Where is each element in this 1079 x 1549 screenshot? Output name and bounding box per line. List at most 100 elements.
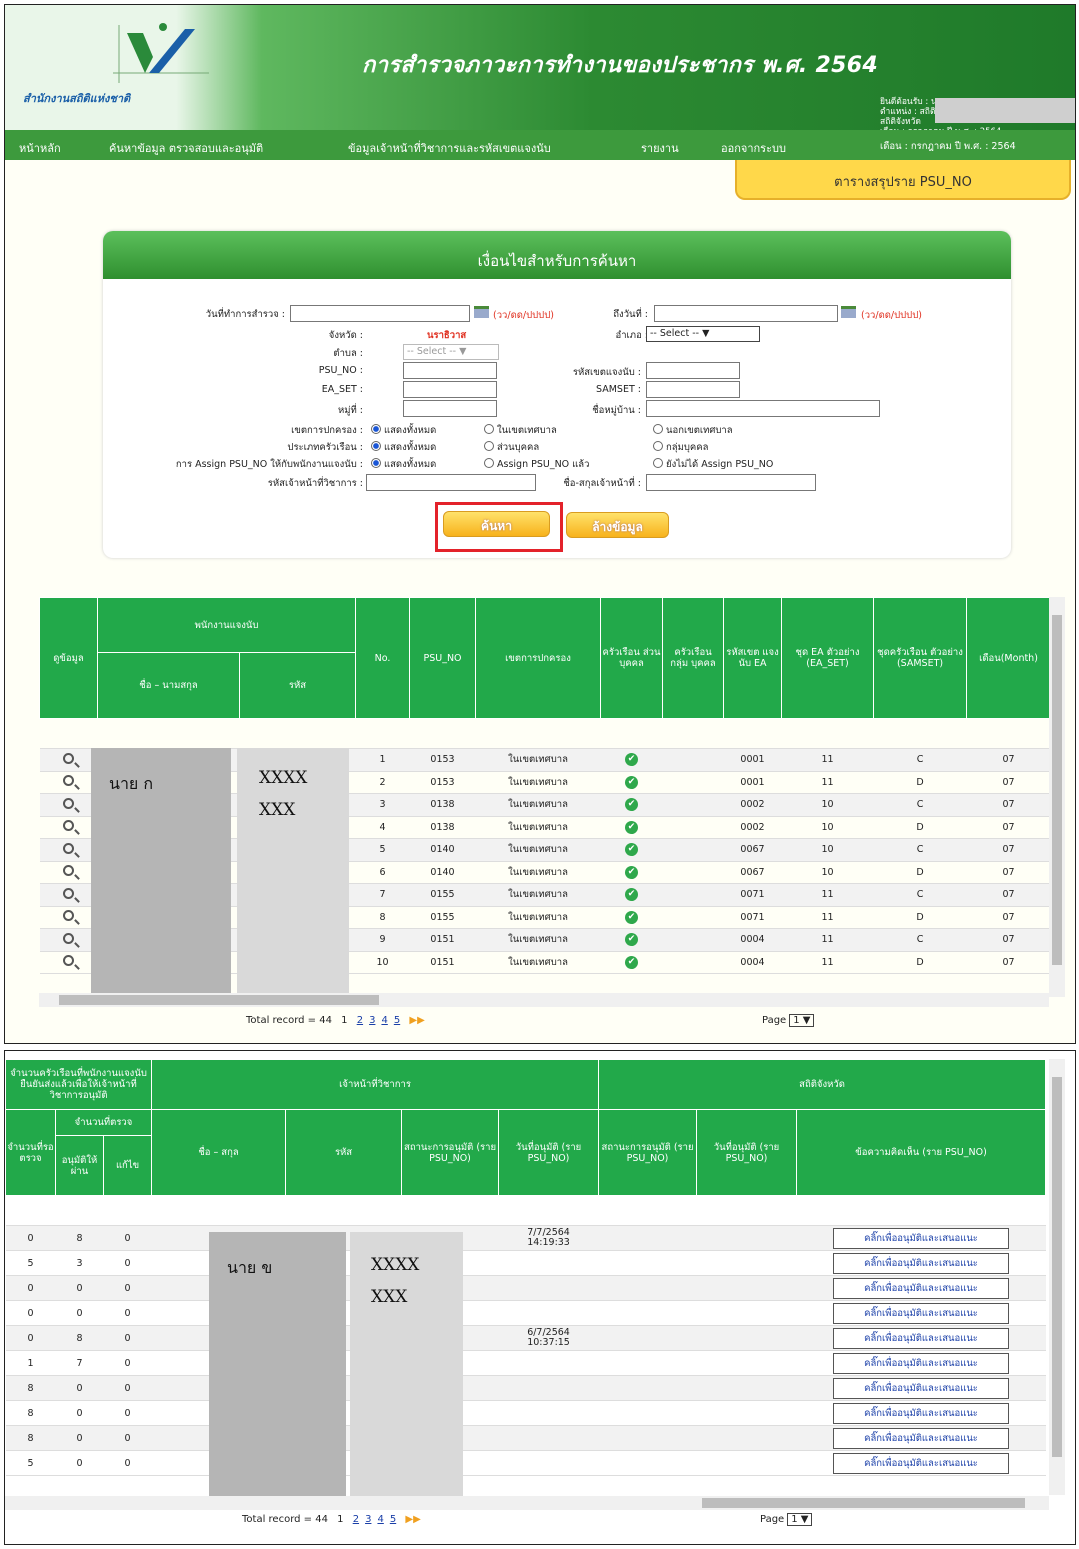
psu-cell: 0140: [409, 861, 476, 884]
calendar-icon[interactable]: [474, 306, 489, 318]
no-cell: 3: [355, 793, 410, 817]
private-cell: ✔: [600, 838, 663, 862]
page-link[interactable]: 3: [369, 1015, 375, 1026]
col-staff-name: ชื่อ – นามสกุล: [97, 652, 240, 719]
table-row: [39, 718, 1051, 749]
samset-cell: C: [873, 883, 967, 907]
clear-button[interactable]: ล้างข้อมูล: [566, 512, 669, 538]
province-status-cell: [598, 1350, 697, 1376]
no-cell: 1: [355, 748, 410, 772]
table-vertical-scrollbar[interactable]: [1049, 597, 1065, 997]
next-page-icon[interactable]: ▶▶: [409, 1015, 424, 1026]
magnifier-icon[interactable]: [63, 910, 74, 922]
fix-cell: 0: [103, 1250, 152, 1276]
ea-set-input[interactable]: [403, 381, 497, 398]
magnifier-icon[interactable]: [63, 842, 74, 854]
month-cell: 07: [966, 793, 1051, 817]
approve-suggest-button[interactable]: คลิ๊กเพื่ออนุมัติและเสนอแนะ: [833, 1427, 1010, 1449]
magnifier-icon[interactable]: [63, 865, 74, 877]
menu-officer-data[interactable]: ข้อมูลเจ้าหน้าที่วิชาการและรหัสเขตแจงนับ: [348, 139, 551, 157]
tambon-select[interactable]: -- Select -- ▼: [403, 344, 499, 360]
province-status-cell: [598, 1275, 697, 1301]
current-page: 1: [337, 1514, 344, 1525]
menu-home[interactable]: หน้าหลัก: [19, 139, 61, 157]
menu-search-approve[interactable]: ค้นหาข้อมูล ตรวจสอบและอนุมัติ: [109, 139, 263, 157]
page-link[interactable]: 5: [390, 1514, 396, 1525]
approve-suggest-button[interactable]: คลิ๊กเพื่ออนุมัติและเสนอแนะ: [833, 1227, 1010, 1249]
approval-vertical-scrollbar[interactable]: [1049, 1059, 1065, 1495]
magnifier-icon[interactable]: [63, 932, 74, 944]
page-select[interactable]: 1 ▼: [787, 1513, 813, 1526]
assign-radio-done[interactable]: Assign PSU_NO แล้ว: [484, 457, 589, 472]
magnifier-icon[interactable]: [63, 955, 74, 967]
table-row: 080อนุมัติ6/7/2564 10:37:15คลิ๊กเพื่ออนุ…: [5, 1325, 1046, 1351]
officer-code-input[interactable]: [366, 474, 536, 491]
magnifier-icon[interactable]: [63, 752, 74, 764]
psu-cell: 0155: [409, 883, 476, 907]
waiting-cell: 8: [5, 1425, 56, 1451]
approve-suggest-button[interactable]: คลิ๊กเพื่ออนุมัติและเสนอแนะ: [833, 1277, 1010, 1299]
hh-radio-group[interactable]: กลุ่มบุคคล: [653, 440, 708, 455]
village-input[interactable]: [646, 400, 880, 417]
approve-suggest-button[interactable]: คลิ๊กเพื่ออนุมัติและเสนอแนะ: [833, 1252, 1010, 1274]
ea-set-cell: 11: [781, 771, 874, 794]
hh-opt-all: แสดงทั้งหมด: [384, 442, 437, 453]
area-label: เขตการปกครอง :: [291, 425, 363, 436]
page-link[interactable]: 4: [381, 1015, 387, 1026]
hh-radio-private[interactable]: ส่วนบุคคล: [484, 440, 539, 455]
assign-radio-all[interactable]: แสดงทั้งหมด: [371, 457, 436, 472]
approve-suggest-button[interactable]: คลิ๊กเพื่ออนุมัติและเสนอแนะ: [833, 1452, 1010, 1474]
area-radio-non-municipal[interactable]: นอกเขตเทศบาล: [653, 423, 733, 438]
calendar-icon[interactable]: [841, 306, 856, 318]
area-radio-all[interactable]: แสดงทั้งหมด: [371, 423, 436, 438]
magnifier-icon[interactable]: [63, 797, 74, 809]
magnifier-icon[interactable]: [63, 775, 74, 787]
menu-report[interactable]: รายงาน: [641, 139, 679, 157]
ea-cell: 0002: [723, 816, 782, 839]
ea-code-input[interactable]: [646, 362, 740, 379]
check-icon: ✔: [625, 843, 639, 857]
magnifier-icon[interactable]: [63, 820, 74, 832]
psu-summary-button[interactable]: ตารางสรุปราย PSU_NO: [735, 160, 1071, 200]
ea-cell: 0071: [723, 906, 782, 929]
next-page-icon[interactable]: ▶▶: [405, 1514, 420, 1525]
moo-input[interactable]: [403, 400, 497, 417]
approve-suggest-button[interactable]: คลิ๊กเพื่ออนุมัติและเสนอแนะ: [833, 1302, 1010, 1324]
search-button[interactable]: ค้นหา: [443, 511, 550, 537]
hh-radio-all[interactable]: แสดงทั้งหมด: [371, 440, 436, 455]
approve-suggest-button[interactable]: คลิ๊กเพื่ออนุมัติและเสนอแนะ: [833, 1327, 1010, 1349]
amphoe-select[interactable]: -- Select -- ▼: [646, 326, 760, 342]
page-link[interactable]: 3: [365, 1514, 371, 1525]
fix-cell: 0: [103, 1450, 152, 1476]
tambon-label: ตำบล :: [333, 348, 363, 359]
approve-suggest-button[interactable]: คลิ๊กเพื่ออนุมัติและเสนอแนะ: [833, 1377, 1010, 1399]
area-radio-municipal[interactable]: ในเขตเทศบาล: [484, 423, 557, 438]
to-date-input[interactable]: [654, 305, 838, 322]
samset-cell: D: [873, 861, 967, 884]
approval-horizontal-scrollbar[interactable]: [5, 1496, 1049, 1510]
page-select[interactable]: 1 ▼: [789, 1014, 815, 1027]
officer-date-cell: [498, 1275, 599, 1301]
officer-name-input[interactable]: [646, 474, 816, 491]
province-status-cell: [598, 1250, 697, 1276]
search-panel-title: เงื่อนไขสำหรับการค้นหา: [103, 231, 1011, 279]
table-row: [5, 1195, 1046, 1226]
page-link[interactable]: 2: [353, 1514, 359, 1525]
ea-set-cell: 11: [781, 883, 874, 907]
psu-input[interactable]: [403, 362, 497, 379]
page-link[interactable]: 2: [357, 1015, 363, 1026]
table-horizontal-scrollbar[interactable]: [39, 993, 1049, 1007]
samset-input[interactable]: [646, 381, 740, 398]
survey-date-input[interactable]: [290, 305, 470, 322]
approve-suggest-button[interactable]: คลิ๊กเพื่ออนุมัติและเสนอแนะ: [833, 1402, 1010, 1424]
approve-suggest-button[interactable]: คลิ๊กเพื่ออนุมัติและเสนอแนะ: [833, 1352, 1010, 1374]
page-link[interactable]: 5: [394, 1015, 400, 1026]
group-cell: [662, 951, 724, 974]
private-cell: ✔: [600, 771, 663, 794]
menu-logout[interactable]: ออกจากระบบ: [721, 139, 786, 157]
magnifier-icon[interactable]: [63, 887, 74, 899]
menu-period: เดือน : กรกฎาคม ปี พ.ศ. : 2564: [880, 141, 1016, 152]
assign-radio-pending[interactable]: ยังไม่ได้ Assign PSU_NO: [653, 457, 773, 472]
page-link[interactable]: 4: [377, 1514, 383, 1525]
officer-code-label: รหัสเจ้าหน้าที่วิชาการ :: [267, 478, 363, 489]
